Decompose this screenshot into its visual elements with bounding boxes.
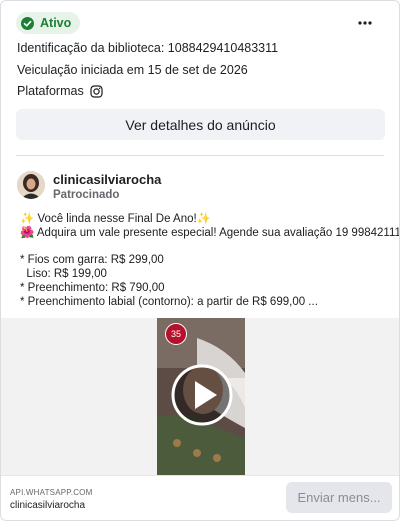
sponsored-label: Patrocinado xyxy=(53,189,120,201)
send-message-button[interactable]: Enviar mens... xyxy=(286,482,392,513)
status-badge: Ativo xyxy=(16,12,81,34)
ad-text-line: Liso: R$ 199,00 xyxy=(20,268,107,280)
check-circle-icon xyxy=(21,16,34,30)
ad-text: Adquira um vale presente especial! Agend… xyxy=(34,227,400,239)
platforms-label: Plataformas xyxy=(17,84,84,98)
play-button[interactable] xyxy=(171,364,233,426)
ad-text-line: ✨ Você linda nesse Final De Ano!✨ xyxy=(20,211,211,225)
link-domain: API.WHATSAPP.COM xyxy=(10,488,93,497)
status-label: Ativo xyxy=(40,16,72,30)
ad-text-line: 🌺 Adquira um vale presente especial! Age… xyxy=(20,225,400,239)
link-title[interactable]: clinicasilviarocha xyxy=(10,500,85,511)
more-options-button[interactable] xyxy=(353,14,377,32)
ad-text-line: * Preenchimento labial (contorno): a par… xyxy=(20,296,318,308)
instagram-icon xyxy=(90,84,103,98)
flower-icon: 🌺 xyxy=(20,227,35,239)
page-name[interactable]: clinicasilviarocha xyxy=(53,172,161,187)
ad-text-line: * Preenchimento: R$ 790,00 xyxy=(20,282,165,294)
avatar[interactable] xyxy=(17,171,45,199)
video-counter-badge: 35 xyxy=(165,323,187,345)
platforms-row: Plataformas xyxy=(17,84,103,98)
divider xyxy=(16,155,384,156)
sparkle-icon: ✨ xyxy=(20,213,35,225)
more-horizontal-icon xyxy=(358,21,372,25)
play-icon xyxy=(171,364,233,426)
run-started-date: Veiculação iniciada em 15 de set de 2026 xyxy=(17,63,248,77)
sparkle-icon: ✨ xyxy=(196,213,212,225)
library-id: Identificação da biblioteca: 10884294104… xyxy=(17,41,279,55)
ad-text-line: * Fios com garra: R$ 299,00 xyxy=(20,254,164,266)
divider xyxy=(1,475,399,476)
view-ad-details-button[interactable]: Ver detalhes do anúncio xyxy=(16,109,385,140)
ad-text: Você linda nesse Final De Ano! xyxy=(34,213,197,225)
avatar-photo xyxy=(17,171,45,199)
ad-card: Ativo Identificação da biblioteca: 10884… xyxy=(0,0,400,521)
